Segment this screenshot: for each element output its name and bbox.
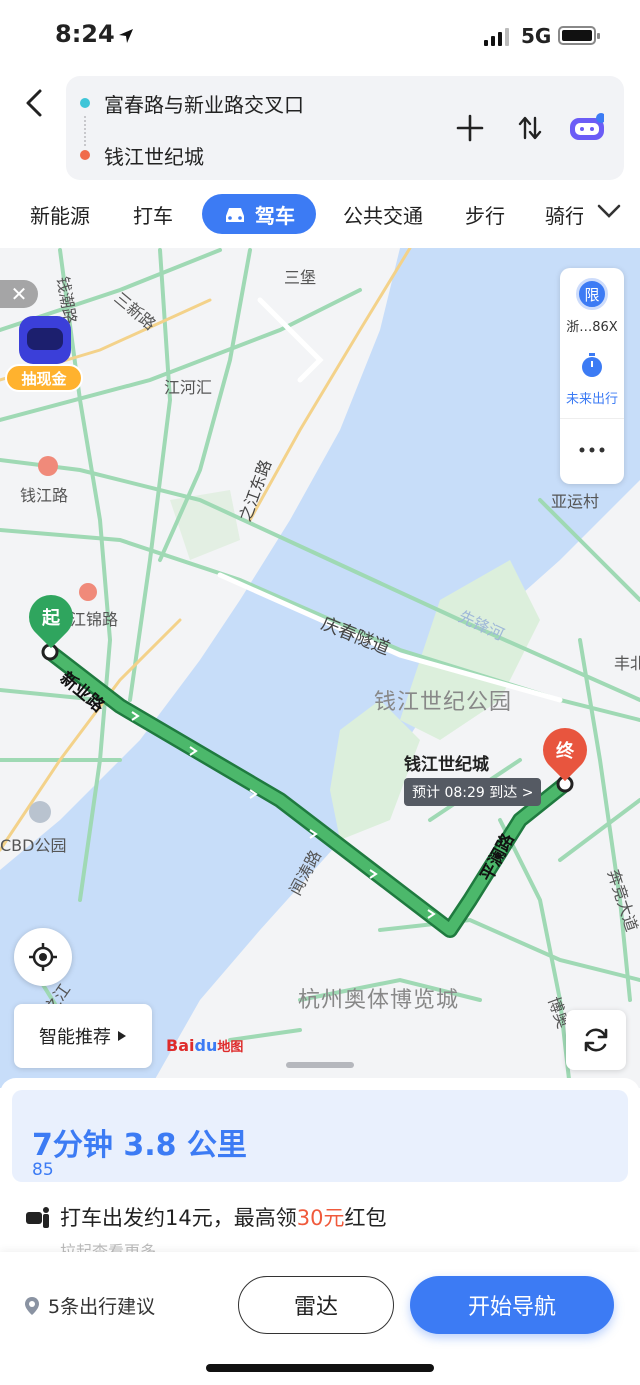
smart-recommend-label: 智能推荐 <box>39 1027 111 1048</box>
taxi-icon <box>26 1207 49 1228</box>
map-tools-panel: 限 浙…86X 未来出行 <box>560 268 624 484</box>
map-label-qianjianglu: 钱江路 <box>20 486 69 505</box>
route-summary: 7分钟 3.8 公里 <box>32 1128 247 1163</box>
sheet-drag-handle[interactable] <box>286 1062 354 1068</box>
map-label-fengbei: 丰北 <box>614 654 640 673</box>
tab-new-energy[interactable]: 新能源 <box>30 200 90 229</box>
taxi-offer-row[interactable]: 打车出发约14元，最高领 30元 红包 <box>24 1202 386 1232</box>
traffic-lights-count: 85 <box>32 1160 54 1180</box>
tab-public-transit[interactable]: 公共交通 <box>343 200 423 229</box>
route-option-card[interactable]: 7分钟 3.8 公里 85 <box>12 1090 628 1182</box>
assistant-robot-icon[interactable] <box>568 110 604 146</box>
signal-icon <box>484 28 509 46</box>
home-indicator <box>206 1364 434 1372</box>
location-arrow-icon <box>119 29 133 43</box>
stopwatch-icon[interactable] <box>580 352 604 378</box>
smart-recommend-button[interactable]: 智能推荐 <box>14 1004 152 1068</box>
map-view[interactable]: 三堡 三新路 钱潮路 江河汇 钱江路 之江东路 亚运村 江锦路 庆春隧道 先锋河… <box>0 248 640 1088</box>
close-promo-icon[interactable]: ✕ <box>0 280 38 308</box>
traffic-limit-icon[interactable]: 限 <box>576 278 608 310</box>
car-icon <box>226 208 244 222</box>
pull-up-hint: 拉起查看更多 <box>60 1242 157 1252</box>
refresh-icon <box>584 1028 608 1052</box>
tab-drive-label: 驾车 <box>255 203 295 228</box>
network-type: 5G <box>521 24 552 48</box>
suggestions-label: 5条出行建议 <box>48 1296 156 1318</box>
end-marker-label: 终 <box>556 741 574 762</box>
bottom-action-bar: 5条出行建议 雷达 开始导航 <box>0 1252 640 1385</box>
origin-field[interactable]: 富春路与新业路交叉口 <box>80 88 304 118</box>
chevron-down-icon[interactable] <box>596 202 622 220</box>
caret-right-icon <box>118 1031 126 1041</box>
map-label-park: 钱江世纪公园 <box>374 690 513 715</box>
route-box: 富春路与新业路交叉口 钱江世纪城 <box>66 76 624 180</box>
destination-map-label: 钱江世纪城 <box>404 755 489 775</box>
map-label-expo: 杭州奥体博览城 <box>298 988 460 1013</box>
plate-number[interactable]: 浙…86X <box>560 316 624 335</box>
destination-dot-icon <box>80 150 90 160</box>
app-root: 8:24 5G 富春路与新业路交叉口 钱江世纪城 新能源 打车 驾车 公共交通 … <box>0 0 640 1385</box>
crosshair-icon <box>29 943 57 971</box>
battery-icon <box>558 26 600 45</box>
robot-mascot-icon <box>19 316 71 364</box>
map-label-jinjinlu: 江锦路 <box>70 610 119 629</box>
baidu-map-logo: Baidu地图 <box>166 1036 244 1055</box>
origin-dot-icon <box>80 98 90 108</box>
map-label-yayuncun: 亚运村 <box>551 492 600 511</box>
eta-bubble[interactable]: 预计 08:29 到达 > <box>404 778 542 806</box>
locate-button[interactable] <box>14 928 72 986</box>
future-travel-label[interactable]: 未来出行 <box>560 388 624 407</box>
travel-mode-tabs: 新能源 打车 驾车 公共交通 步行 骑行 <box>0 192 640 240</box>
taxi-offer-amount: 30元 <box>296 1206 345 1230</box>
swap-route-icon[interactable] <box>512 110 548 146</box>
tab-walk[interactable]: 步行 <box>465 200 505 229</box>
refresh-button[interactable] <box>566 1010 626 1070</box>
tab-cycle[interactable]: 骑行 <box>545 200 583 229</box>
map-label-jianghehui: 江河汇 <box>164 378 213 397</box>
taxi-offer-suffix: 红包 <box>344 1206 387 1230</box>
status-time: 8:24 <box>55 20 115 48</box>
radar-button[interactable]: 雷达 <box>238 1276 394 1334</box>
destination-field[interactable]: 钱江世纪城 <box>80 140 204 170</box>
taxi-offer-prefix: 打车出发约14元，最高领 <box>60 1206 297 1230</box>
map-base-layer <box>0 248 640 1088</box>
destination-text: 钱江世纪城 <box>104 144 204 169</box>
traffic-light-icon: 8 <box>32 1160 43 1180</box>
suggestions-link[interactable]: 5条出行建议 <box>24 1292 155 1319</box>
origin-text: 富春路与新业路交叉口 <box>104 92 304 117</box>
add-waypoint-icon[interactable] <box>452 110 488 146</box>
back-icon[interactable] <box>22 88 48 118</box>
tab-drive[interactable]: 驾车 <box>202 194 316 234</box>
map-label-sanbao: 三堡 <box>284 268 317 287</box>
status-bar: 8:24 5G <box>0 0 640 70</box>
more-icon[interactable] <box>578 446 606 454</box>
map-label-cbd-park: CBD公园 <box>0 836 67 855</box>
start-navigation-button[interactable]: 开始导航 <box>410 1276 614 1334</box>
location-pin-icon <box>25 1296 39 1315</box>
tab-taxi[interactable]: 打车 <box>133 200 173 229</box>
promo-badge: 抽现金 <box>5 364 83 392</box>
start-marker-label: 起 <box>42 608 60 629</box>
promo-widget[interactable]: 抽现金 <box>5 316 83 394</box>
